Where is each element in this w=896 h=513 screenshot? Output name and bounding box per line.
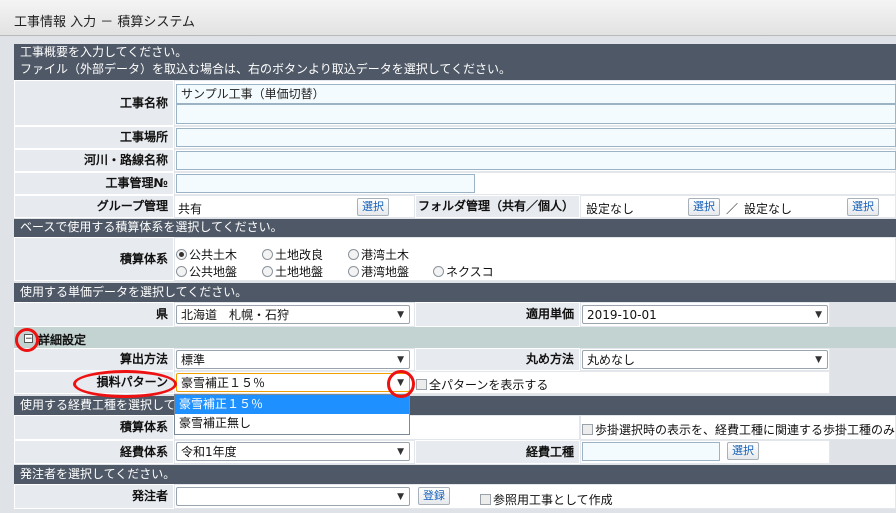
group-label: グループ管理 (14, 195, 174, 218)
radio-port-civil-label: 港湾土木 (361, 248, 410, 262)
chevron-down-icon: ▼ (397, 355, 404, 365)
calc-method-label: 算出方法 (14, 348, 174, 371)
orderer-register-button[interactable]: 登録 (418, 487, 450, 505)
radio-land-ground-label: 土地地盤 (275, 265, 324, 279)
site-input[interactable] (176, 128, 896, 147)
project-name-input-2[interactable] (176, 104, 896, 124)
section-overview-header: 工事概要を入力してください。 ファイル（外部データ）を取込む場合は、右のボタンよ… (14, 44, 896, 80)
expense-note-checkbox[interactable]: 歩掛選択時の表示を、経費工種に関連する歩掛工種のみ (582, 421, 895, 438)
prefecture-select-value: 北海道 札幌・石狩 (181, 308, 290, 322)
radio-nexco-dot (433, 266, 444, 277)
apply-price-select-value: 2019-10-01 (587, 308, 657, 322)
radio-nexco-label: ネクスコ (446, 265, 494, 279)
folder-value-shared: 設定なし (586, 202, 635, 216)
annotation-circle-collapse (15, 328, 39, 352)
orderer-label: 発注者 (14, 484, 174, 509)
radio-port-ground-label: 港湾地盤 (361, 265, 410, 279)
section-overview-line2: ファイル（外部データ）を取込む場合は、右のボタンより取込データを選択してください… (20, 62, 512, 76)
system-label: 積算体系 (14, 237, 174, 281)
orderer-select[interactable]: ▼ (176, 487, 410, 506)
radio-public-civil-label: 公共土木 (189, 248, 238, 262)
section-overview-line1: 工事概要を入力してください。 (20, 45, 188, 59)
radio-land-improvement-label: 土地改良 (275, 248, 324, 262)
river-input[interactable] (176, 151, 896, 170)
section-price-header: 使用する単価データを選択してください。 (14, 283, 896, 302)
radio-public-civil[interactable]: 公共土木 (176, 246, 237, 263)
folder-personal-select-button[interactable]: 選択 (847, 198, 879, 216)
folder-separator: ／ (726, 202, 739, 216)
radio-land-improvement[interactable]: 土地改良 (262, 246, 323, 263)
calc-method-select[interactable]: 標準 ▼ (176, 350, 410, 369)
river-label: 河川・路線名称 (14, 149, 174, 172)
radio-public-ground-label: 公共地盤 (189, 265, 238, 279)
folder-value-personal: 設定なし (744, 202, 793, 216)
prefecture-select[interactable]: 北海道 札幌・石狩 ▼ (176, 305, 410, 324)
section-expense-header: 使用する経費工種を選択してください。 (14, 396, 896, 415)
apply-price-select[interactable]: 2019-10-01 ▼ (582, 305, 828, 324)
loss-pattern-option-2[interactable]: 豪雪補正無し (175, 414, 409, 433)
radio-port-civil-dot (348, 249, 359, 260)
window-title: 工事情報 入力 － 積算システム (14, 15, 196, 30)
radio-public-ground-dot (176, 266, 187, 277)
apply-price-label: 適用単価 (415, 302, 580, 327)
expense-note-box (582, 424, 593, 435)
radio-port-ground[interactable]: 港湾地盤 (348, 263, 409, 280)
expense-kind-input[interactable] (582, 442, 720, 461)
window-titlebar: 工事情報 入力 － 積算システム (0, 0, 896, 36)
radio-port-ground-dot (348, 266, 359, 277)
main-window: 工事概要を入力してください。 ファイル（外部データ）を取込む場合は、右のボタンよ… (0, 36, 896, 513)
expense-kind-label: 経費工種 (415, 440, 580, 464)
show-all-patterns-label: 全パターンを表示する (429, 378, 549, 392)
detail-settings-bar (14, 327, 896, 348)
group-value: 共有 (178, 202, 203, 216)
left-gutter (0, 36, 14, 513)
section-base-header: ベースで使用する積算体系を選択してください。 (14, 219, 896, 237)
annotation-circle-loss-label (73, 370, 177, 398)
loss-pattern-option-1[interactable]: 豪雪補正１５％ (175, 395, 409, 414)
loss-pattern-dropdown-list: 豪雪補正１５％ 豪雪補正無し (174, 394, 410, 435)
expense-note-label: 歩掛選択時の表示を、経費工種に関連する歩掛工種のみ (595, 423, 896, 437)
chevron-down-icon: ▼ (815, 310, 822, 320)
radio-land-ground[interactable]: 土地地盤 (262, 263, 323, 280)
folder-shared-select-button[interactable]: 選択 (688, 198, 720, 216)
rounding-label: 丸め方法 (415, 348, 580, 371)
radio-public-ground[interactable]: 公共地盤 (176, 263, 237, 280)
annotation-circle-dropdown-arrow (387, 370, 415, 398)
radio-port-civil[interactable]: 港湾土木 (348, 246, 409, 263)
reference-project-box (480, 494, 491, 505)
expense-type-label: 経費体系 (14, 440, 174, 464)
project-form: 工事概要を入力してください。 ファイル（外部データ）を取込む場合は、右のボタンよ… (0, 36, 896, 513)
chevron-down-icon: ▼ (815, 355, 822, 365)
show-all-patterns-box (416, 379, 427, 390)
site-label: 工事場所 (14, 126, 174, 149)
radio-nexco[interactable]: ネクスコ (433, 263, 494, 280)
radio-land-ground-dot (262, 266, 273, 277)
show-all-patterns-checkbox[interactable]: 全パターンを表示する (416, 376, 548, 393)
loss-pattern-select-value: 豪雪補正１５％ (181, 376, 266, 390)
expense-type-select[interactable]: 令和1年度 ▼ (176, 442, 410, 461)
expense-type-select-value: 令和1年度 (181, 445, 237, 459)
prefecture-label: 県 (14, 302, 174, 327)
expense-kind-select-button[interactable]: 選択 (727, 442, 759, 460)
mgmt-no-input[interactable] (176, 174, 475, 193)
mgmt-no-label: 工事管理№ (14, 172, 174, 195)
section-orderer-header: 発注者を選択してください。 (14, 465, 896, 484)
reference-project-label: 参照用工事として作成 (493, 493, 613, 507)
radio-land-improvement-dot (262, 249, 273, 260)
chevron-down-icon: ▼ (397, 310, 404, 320)
folder-label: フォルダ管理（共有／個人） (415, 195, 580, 218)
radio-public-civil-dot (176, 249, 187, 260)
detail-settings-label[interactable]: 詳細設定 (38, 331, 86, 348)
loss-pattern-select[interactable]: 豪雪補正１５％ ▼ (176, 373, 410, 392)
reference-project-checkbox[interactable]: 参照用工事として作成 (480, 491, 613, 508)
expense-system-label: 積算体系 (14, 415, 174, 440)
chevron-down-icon: ▼ (397, 447, 404, 457)
project-name-label: 工事名称 (14, 80, 174, 126)
calc-method-select-value: 標準 (181, 353, 206, 367)
rounding-select[interactable]: 丸めなし ▼ (582, 350, 828, 369)
project-name-input-1[interactable]: サンプル工事（単価切替） (176, 84, 896, 104)
rounding-select-value: 丸めなし (587, 353, 636, 367)
chevron-down-icon: ▼ (397, 492, 404, 502)
group-select-button[interactable]: 選択 (357, 198, 389, 216)
